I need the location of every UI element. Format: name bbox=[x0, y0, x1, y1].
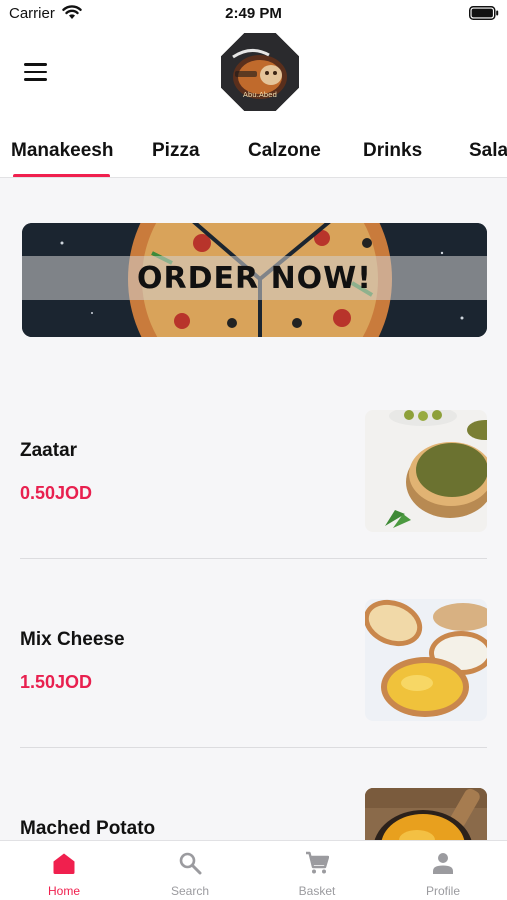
nav-label: Profile bbox=[425, 884, 460, 898]
nav-profile[interactable]: Profile bbox=[380, 841, 506, 900]
app-header: Abu.Abed bbox=[0, 28, 507, 120]
nav-label: Basket bbox=[298, 884, 336, 898]
svg-text:Abu.Abed: Abu.Abed bbox=[243, 91, 277, 99]
search-icon bbox=[179, 852, 202, 875]
category-tabs: Manakeesh Pizza Calzone Drinks Sala bbox=[0, 120, 507, 178]
item-divider bbox=[20, 747, 487, 748]
active-tab-indicator bbox=[13, 174, 110, 177]
nav-basket[interactable]: Basket bbox=[254, 841, 380, 900]
item-name: Zaatar bbox=[20, 440, 78, 461]
zaatar-image bbox=[365, 410, 487, 532]
item-divider bbox=[20, 558, 487, 559]
abu-abed-logo: Abu.Abed bbox=[221, 33, 299, 111]
banner-text: ORDER NOW! bbox=[137, 261, 372, 296]
bottom-tab-bar: Home Search Basket Profile bbox=[0, 840, 507, 900]
item-price: 0.50JOD bbox=[20, 483, 93, 503]
battery-icon bbox=[469, 6, 499, 20]
nav-label: Home bbox=[47, 884, 80, 898]
mix-cheese-image bbox=[365, 599, 487, 721]
item-price: 1.50JOD bbox=[20, 672, 93, 692]
status-time: 2:49 PM bbox=[225, 5, 282, 22]
tab-drinks[interactable]: Drinks bbox=[363, 140, 422, 162]
nav-home[interactable]: Home bbox=[1, 841, 127, 900]
tab-manakeesh[interactable]: Manakeesh bbox=[11, 140, 113, 162]
item-name: Mached Potato bbox=[20, 818, 156, 839]
status-bar: Carrier 2:49 PM bbox=[0, 0, 507, 28]
menu-item-zaatar[interactable]: Zaatar 0.50JOD bbox=[20, 410, 487, 534]
nav-label: Search bbox=[170, 884, 210, 898]
nav-search[interactable]: Search bbox=[127, 841, 253, 900]
menu-item-mix-cheese[interactable]: Mix Cheese 1.50JOD bbox=[20, 599, 487, 723]
tab-salad[interactable]: Sala bbox=[469, 140, 507, 162]
item-name: Mix Cheese bbox=[20, 629, 125, 650]
tab-pizza[interactable]: Pizza bbox=[152, 140, 200, 162]
home-icon bbox=[53, 853, 75, 874]
order-now-banner[interactable]: ORDER NOW! bbox=[22, 223, 487, 337]
tab-calzone[interactable]: Calzone bbox=[248, 140, 321, 162]
hamburger-menu-icon[interactable] bbox=[24, 63, 47, 81]
cart-icon bbox=[306, 851, 329, 874]
person-icon bbox=[433, 853, 453, 874]
